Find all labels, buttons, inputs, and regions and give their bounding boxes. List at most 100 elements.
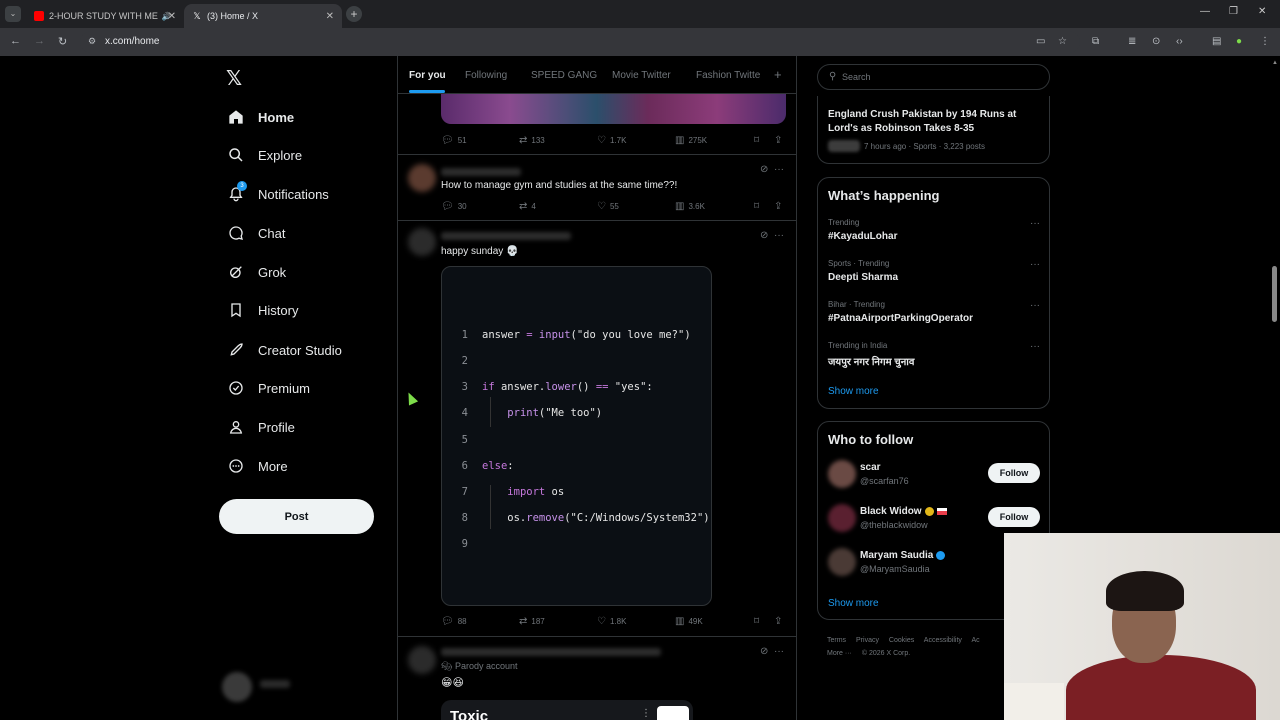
- minimize-icon[interactable]: —: [1200, 6, 1210, 17]
- like-button[interactable]: ♡ 1.8K: [597, 616, 626, 627]
- more-options-icon[interactable]: ···: [1030, 259, 1040, 270]
- nav-grok[interactable]: Grok: [227, 261, 286, 283]
- nav-home[interactable]: Home: [227, 106, 294, 128]
- footer-link-ads[interactable]: Ac: [971, 637, 979, 644]
- more-options-icon[interactable]: ···: [1030, 341, 1040, 352]
- tab-for-you[interactable]: For you: [409, 70, 446, 81]
- author-name-blurred[interactable]: [441, 648, 661, 656]
- avatar[interactable]: [828, 460, 856, 488]
- nav-chat[interactable]: Chat: [227, 222, 285, 244]
- close-window-icon[interactable]: ✕: [1258, 6, 1266, 17]
- post-text[interactable]: happy sunday 💀: [441, 246, 519, 257]
- search-input[interactable]: [842, 69, 1032, 85]
- footer-link-privacy[interactable]: Privacy: [856, 637, 879, 644]
- restore-icon[interactable]: ❐: [1229, 6, 1238, 17]
- show-more-link[interactable]: Show more: [828, 598, 879, 609]
- code-image[interactable]: 1 answer = input("do you love me?") 2 3 if…: [441, 266, 712, 606]
- show-more-link[interactable]: Show more: [828, 386, 879, 397]
- follow-suggestion[interactable]: scar @scarfan76 Follow: [828, 460, 1040, 490]
- more-options-icon[interactable]: ···: [774, 164, 784, 175]
- scrollbar-thumb[interactable]: [1272, 266, 1277, 322]
- author-name-blurred[interactable]: [441, 168, 521, 176]
- follow-button[interactable]: Follow: [988, 463, 1040, 483]
- nav-explore[interactable]: Explore: [227, 144, 302, 166]
- incognito-icon[interactable]: ⊙: [1152, 36, 1160, 47]
- share-button[interactable]: ⇪: [774, 201, 786, 212]
- post-text[interactable]: 😁😆: [441, 676, 464, 689]
- follow-suggestion[interactable]: Black Widow @theblackwidow Follow: [828, 504, 1040, 534]
- nav-notifications[interactable]: 3 Notifications: [227, 181, 329, 205]
- nav-more[interactable]: More: [227, 455, 288, 477]
- repost-button[interactable]: ⇄ 4: [519, 201, 536, 212]
- bookmark-button[interactable]: ⌑: [754, 616, 763, 627]
- account-switcher[interactable]: [222, 672, 382, 704]
- more-options-icon[interactable]: ···: [774, 646, 784, 657]
- reply-button[interactable]: 💬︎ 88: [441, 616, 467, 627]
- footer-link-more[interactable]: More ···: [827, 650, 852, 657]
- avatar[interactable]: [828, 504, 856, 532]
- footer-link-cookies[interactable]: Cookies: [889, 637, 914, 644]
- close-tab-icon[interactable]: ✕: [168, 11, 176, 22]
- post-media[interactable]: [441, 94, 786, 124]
- nav-profile[interactable]: Profile: [227, 416, 295, 438]
- devtools-icon[interactable]: ‹›: [1176, 36, 1183, 47]
- grok-icon[interactable]: ⊘: [760, 646, 768, 657]
- trend-item[interactable]: Bihar · Trending #PatnaAirportParkingOpe…: [828, 300, 1040, 330]
- views-button[interactable]: ▥ 49K: [675, 616, 703, 627]
- news-card[interactable]: England Crush Pakistan by 194 Runs at Lo…: [817, 96, 1050, 164]
- close-tab-icon[interactable]: ✕: [326, 11, 334, 22]
- repost-button[interactable]: ⇄ 187: [519, 616, 545, 627]
- site-info-icon[interactable]: ⚙: [88, 36, 96, 47]
- side-panel-icon[interactable]: ▤: [1212, 36, 1221, 47]
- avatar[interactable]: [408, 164, 436, 192]
- footer-link-terms[interactable]: Terms: [827, 637, 846, 644]
- forward-icon[interactable]: →: [34, 35, 45, 47]
- tab-fashion-twitter[interactable]: Fashion Twitte: [696, 70, 760, 81]
- footer-link-accessibility[interactable]: Accessibility: [924, 637, 962, 644]
- tab-search-button[interactable]: ⌄: [5, 6, 21, 22]
- avatar[interactable]: [408, 646, 436, 674]
- views-button[interactable]: ▥ 3.6K: [675, 201, 705, 212]
- browser-menu-icon[interactable]: ⋮: [1260, 36, 1270, 47]
- avatar[interactable]: [408, 228, 436, 256]
- new-tab-button[interactable]: +: [346, 6, 362, 22]
- more-options-icon[interactable]: ···: [774, 230, 784, 241]
- install-app-icon[interactable]: ▭: [1036, 36, 1045, 47]
- back-icon[interactable]: ←: [10, 35, 21, 47]
- author-name-blurred[interactable]: [441, 232, 571, 240]
- bookmark-star-icon[interactable]: ☆: [1058, 36, 1067, 47]
- add-tab-icon[interactable]: +: [774, 67, 782, 82]
- browser-tab-youtube[interactable]: 2-HOUR STUDY WITH ME 🔊 ✕: [26, 4, 184, 28]
- post-button[interactable]: Post: [219, 499, 374, 534]
- nav-premium[interactable]: Premium: [227, 377, 310, 399]
- share-button[interactable]: ⇪: [774, 135, 786, 146]
- bookmark-button[interactable]: ⌑: [754, 135, 763, 146]
- reload-icon[interactable]: ↻: [58, 35, 67, 48]
- search-box[interactable]: ⚲: [817, 64, 1050, 90]
- reply-button[interactable]: 💬︎ 30: [441, 201, 467, 212]
- trend-item[interactable]: Trending #KayaduLohar ···: [828, 218, 1040, 248]
- x-logo-icon[interactable]: 𝕏: [226, 66, 242, 91]
- scroll-up-icon[interactable]: ▲: [1272, 60, 1278, 66]
- avatar[interactable]: [828, 548, 856, 576]
- trend-item[interactable]: Sports · Trending Deepti Sharma ···: [828, 259, 1040, 289]
- reading-list-icon[interactable]: ≣: [1128, 36, 1136, 47]
- more-options-icon[interactable]: ⋮: [641, 708, 651, 719]
- post-text[interactable]: How to manage gym and studies at the sam…: [441, 180, 677, 191]
- tab-speed-gang[interactable]: SPEED GANG: [531, 70, 597, 81]
- trend-item[interactable]: Trending in India जयपुर नगर निगम चुनाव ·…: [828, 341, 1040, 371]
- like-button[interactable]: ♡ 1.7K: [597, 135, 626, 146]
- grok-icon[interactable]: ⊘: [760, 230, 768, 241]
- grok-icon[interactable]: ⊘: [760, 164, 768, 175]
- repost-button[interactable]: ⇄ 133: [519, 135, 545, 146]
- post-media[interactable]: Toxic ⋮: [441, 700, 693, 720]
- more-options-icon[interactable]: ···: [1030, 218, 1040, 229]
- nav-history[interactable]: History: [227, 299, 298, 321]
- profile-icon[interactable]: ●: [1236, 36, 1242, 47]
- extensions-icon[interactable]: ⧉: [1092, 36, 1099, 47]
- views-button[interactable]: ▥ 275K: [675, 135, 707, 146]
- like-button[interactable]: ♡ 55: [597, 201, 619, 212]
- tab-following[interactable]: Following: [465, 70, 507, 81]
- news-title[interactable]: England Crush Pakistan by 194 Runs at Lo…: [828, 108, 1038, 136]
- share-button[interactable]: ⇪: [774, 616, 786, 627]
